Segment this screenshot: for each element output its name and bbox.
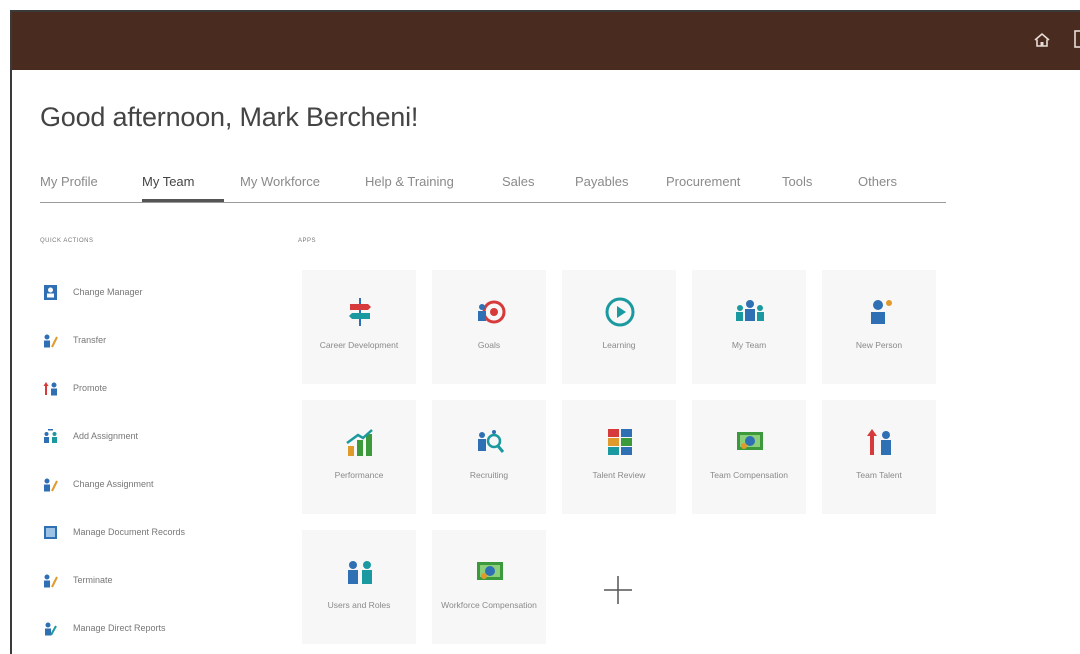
tab-procurement[interactable]: Procurement: [666, 174, 740, 189]
team-icon: [736, 300, 764, 321]
promote-icon: [43, 381, 57, 395]
money-icon: [477, 562, 503, 580]
quick-actions-heading: QUICK ACTIONS: [40, 238, 94, 244]
tab-my-team[interactable]: My Team: [142, 174, 195, 189]
terminate-icon: [44, 574, 58, 587]
tab-my-profile[interactable]: My Profile: [40, 174, 98, 189]
add-app-button[interactable]: [600, 572, 636, 608]
tab-bar: My Profile My Team My Workforce Help & T…: [40, 172, 946, 203]
app-tile-users-and-roles[interactable]: Users and Roles: [302, 530, 416, 644]
quick-action-change-manager[interactable]: Change Manager: [42, 282, 143, 302]
quick-action-manage-direct-reports[interactable]: Manage Direct Reports: [42, 618, 166, 638]
notifications-icon[interactable]: [1074, 28, 1080, 50]
app-tile-new-person[interactable]: New Person: [822, 270, 936, 384]
quick-action-transfer[interactable]: Transfer: [42, 330, 106, 350]
quick-action-promote[interactable]: Promote: [42, 378, 107, 398]
app-tile-talent-review[interactable]: Talent Review: [562, 400, 676, 514]
app-tile-career-development[interactable]: Career Development: [302, 270, 416, 384]
play-circle-icon: [605, 297, 635, 327]
app-tile-my-team[interactable]: My Team: [692, 270, 806, 384]
quick-action-change-assignment[interactable]: Change Assignment: [42, 474, 154, 494]
tab-sales[interactable]: Sales: [502, 174, 535, 189]
change-manager-icon: [44, 284, 57, 300]
tab-others[interactable]: Others: [858, 174, 897, 189]
tab-my-workforce[interactable]: My Workforce: [240, 174, 320, 189]
add-assignment-icon: [44, 428, 57, 443]
app-tile-workforce-compensation[interactable]: Workforce Compensation: [432, 530, 546, 644]
app-window: Good afternoon, Mark Bercheni! My Profil…: [10, 10, 1080, 654]
signpost-icon: [349, 298, 371, 326]
page-title: Good afternoon, Mark Bercheni!: [40, 102, 419, 132]
tab-payables[interactable]: Payables: [575, 174, 628, 189]
quick-action-add-assignment[interactable]: Add Assignment: [42, 426, 138, 446]
home-icon[interactable]: [1032, 30, 1052, 50]
users-roles-icon: [348, 561, 372, 584]
bar-chart-icon: [346, 429, 373, 456]
app-tile-performance[interactable]: Performance: [302, 400, 416, 514]
global-header: [12, 12, 1080, 70]
app-tile-recruiting[interactable]: Recruiting: [432, 400, 546, 514]
change-assignment-icon: [44, 478, 58, 491]
document-records-icon: [44, 525, 57, 539]
money-icon: [737, 432, 763, 450]
talent-grid-icon: [608, 429, 632, 455]
app-tile-learning[interactable]: Learning: [562, 270, 676, 384]
apps-heading: APPS: [298, 238, 317, 244]
direct-reports-icon: [45, 622, 57, 635]
tab-tools[interactable]: Tools: [782, 174, 812, 189]
quick-action-terminate[interactable]: Terminate: [42, 570, 113, 590]
target-icon: [478, 300, 506, 324]
new-person-icon: [871, 300, 892, 324]
app-tile-goals[interactable]: Goals: [432, 270, 546, 384]
recruiting-icon: [478, 430, 505, 453]
app-tile-team-talent[interactable]: Team Talent: [822, 400, 936, 514]
active-tab-indicator: [142, 199, 224, 202]
app-tile-team-compensation[interactable]: Team Compensation: [692, 400, 806, 514]
tab-help-training[interactable]: Help & Training: [365, 174, 454, 189]
quick-action-manage-document-records[interactable]: Manage Document Records: [42, 522, 185, 542]
transfer-icon: [44, 334, 58, 347]
team-talent-icon: [867, 429, 891, 455]
